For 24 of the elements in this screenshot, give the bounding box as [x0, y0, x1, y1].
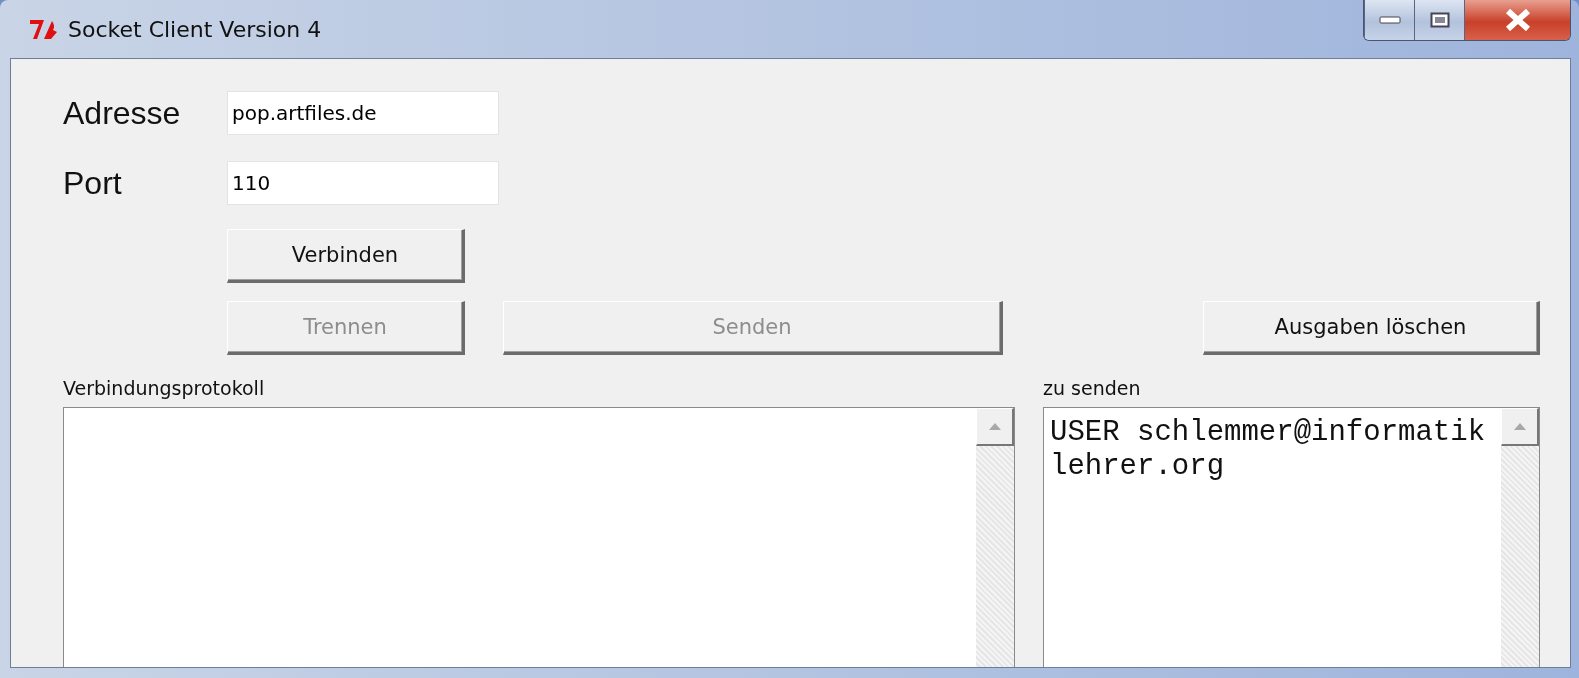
message-text-area[interactable]: USER schlemmer@informatiklehrer.org [1043, 407, 1540, 667]
close-icon [1503, 9, 1532, 31]
input-field[interactable]: 110 [227, 161, 499, 205]
panel-label: zu senden [1043, 377, 1142, 399]
scrollbar[interactable] [1501, 408, 1539, 667]
window-title: Socket Client Version 4 [68, 16, 322, 42]
maximize-icon [1429, 12, 1450, 28]
up-arrow-icon [1513, 423, 1526, 430]
connect-button[interactable]: Verbinden [227, 229, 465, 283]
field-label: Port [63, 164, 123, 202]
clear-output-button[interactable]: Ausgaben löschen [1203, 301, 1540, 355]
maximize-button[interactable] [1414, 0, 1464, 40]
panel-label: Verbindungsprotokoll [63, 377, 266, 399]
message-text: USER schlemmer@informatiklehrer.org [1050, 416, 1486, 484]
minimize-icon [1378, 16, 1401, 24]
scroll-up-button[interactable] [976, 408, 1014, 446]
field-label: Adresse [63, 94, 182, 132]
scrollbar[interactable] [976, 408, 1014, 667]
minimize-button[interactable] [1364, 0, 1414, 40]
close-button[interactable] [1464, 0, 1570, 40]
feather-logo-icon [28, 17, 60, 41]
up-arrow-icon [988, 423, 1001, 430]
input-field[interactable]: pop.artfiles.de [227, 91, 499, 135]
scroll-up-button[interactable] [1501, 408, 1539, 446]
